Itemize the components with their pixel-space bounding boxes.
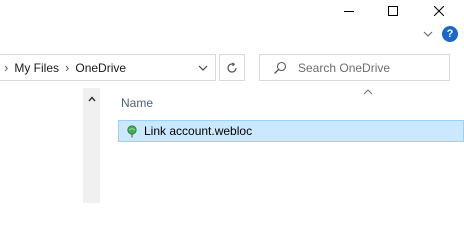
maximize-icon [388,6,398,16]
breadcrumb-separator[interactable]: › [65,60,69,75]
breadcrumb-onedrive[interactable]: OneDrive [75,61,126,75]
close-icon [434,6,444,16]
scroll-up-button[interactable] [83,92,100,106]
chevron-up-icon [87,96,96,102]
column-header-name[interactable]: Name [121,96,153,110]
nav-pane-scrollbar[interactable] [83,88,100,203]
chevron-down-icon [423,31,433,37]
internet-shortcut-icon [125,124,139,138]
file-row[interactable]: Link account.webloc [118,120,464,142]
ribbon-expand-button[interactable] [420,26,436,42]
minimize-button[interactable] [326,0,372,22]
address-dropdown-button[interactable] [191,55,215,80]
breadcrumb-my-files[interactable]: My Files [14,61,59,75]
maximize-button[interactable] [370,0,416,22]
search-placeholder: Search OneDrive [298,60,391,75]
search-input[interactable]: Search OneDrive [259,54,450,81]
refresh-icon [227,61,237,73]
close-button[interactable] [416,0,462,22]
breadcrumb-separator: › [4,60,9,75]
help-label: ? [446,28,454,40]
minimize-icon [344,11,354,12]
refresh-button[interactable] [219,54,245,81]
chevron-down-icon [198,65,208,71]
address-bar[interactable]: › My Files › OneDrive [0,54,216,81]
search-icon [272,60,288,76]
file-name: Link account.webloc [144,124,253,138]
help-button[interactable]: ? [442,26,458,42]
sort-ascending-icon [363,89,373,95]
